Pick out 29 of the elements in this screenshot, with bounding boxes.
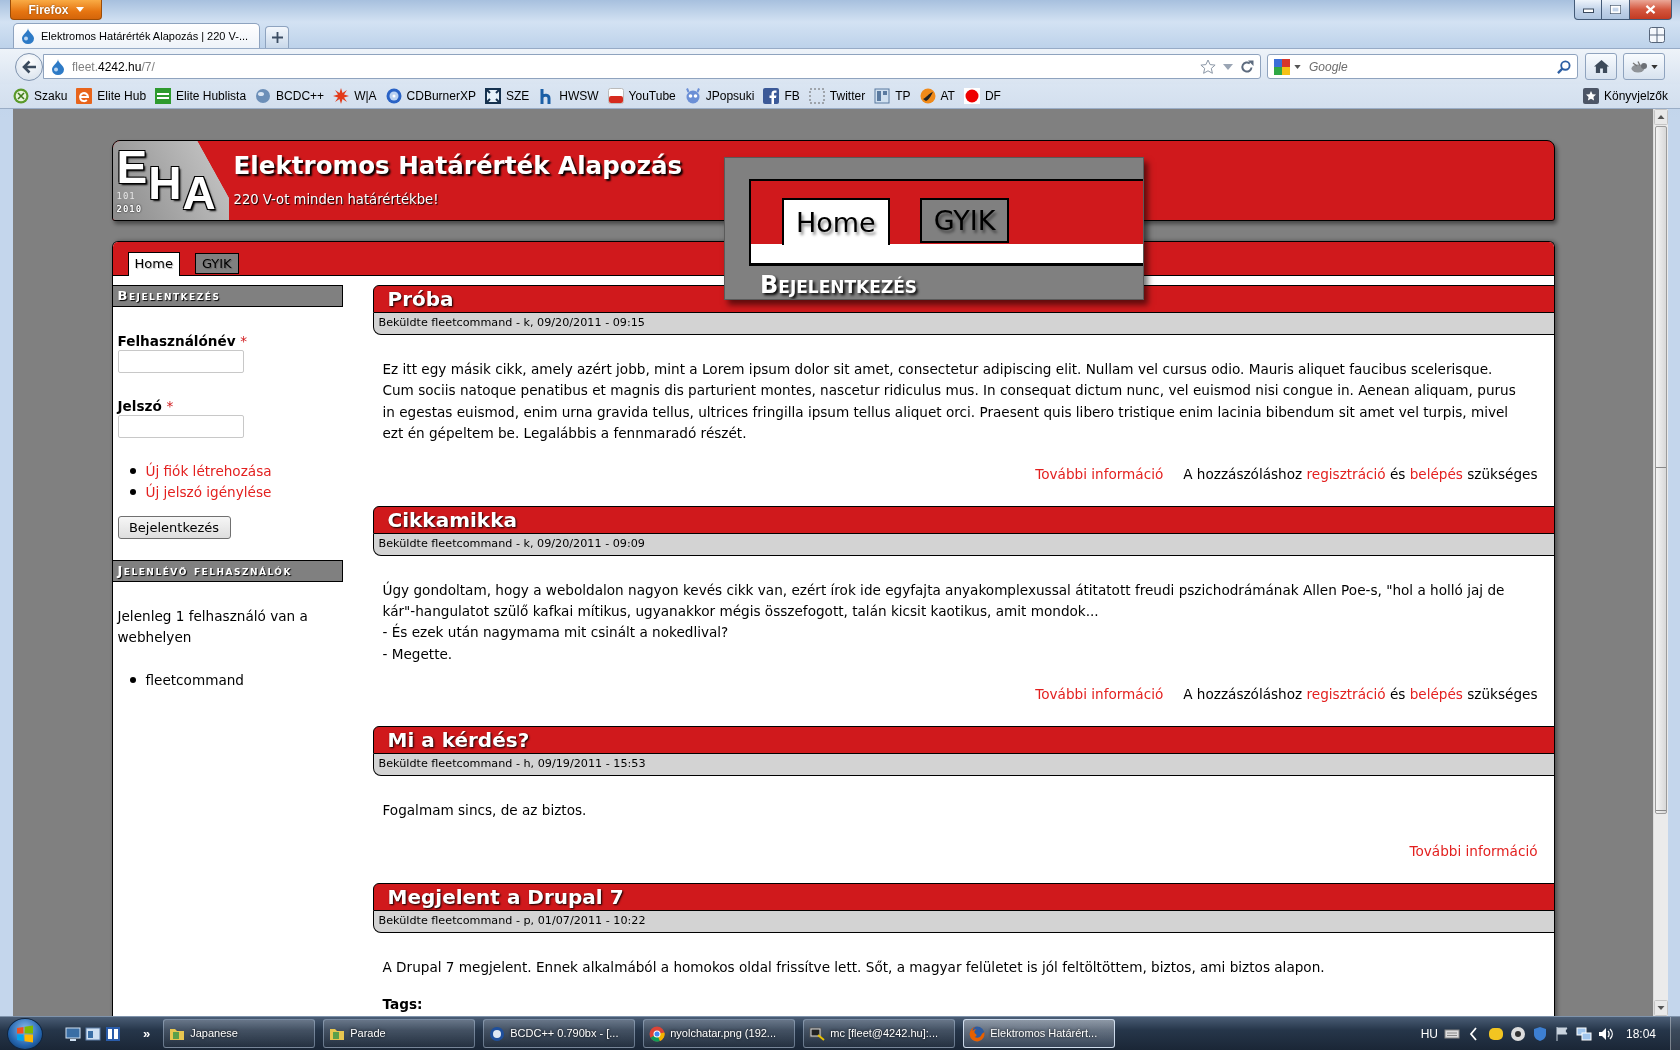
logo-letter: H	[148, 165, 182, 201]
article-meta: Beküldte fleetcommand - p, 01/07/2011 - 10:22	[372, 910, 1555, 933]
magnified-block-title: Bejelentkezés	[760, 274, 919, 297]
comment-notice: A hozzászóláshoz regisztráció és belépés szükséges	[1183, 464, 1538, 484]
block-title: Bejelentkezés	[111, 285, 343, 307]
comment-notice: A hozzászóláshoz regisztráció és belépés szükséges	[1183, 685, 1538, 705]
article-meta: Beküldte fleetcommand - k, 09/20/2011 - 09:15	[372, 313, 1555, 335]
enlarged-tab-label: Home	[782, 198, 890, 245]
tags-label: Tags:	[382, 995, 424, 1015]
user-name: fleetcommand	[145, 670, 244, 690]
article-meta: Beküldte fleetcommand - k, 09/20/2011 - 09:09	[372, 533, 1555, 556]
enlarged-tab-label: GYIK	[919, 198, 1010, 243]
field-label: Felhasználónév *	[117, 332, 249, 350]
article-text: Úgy gondoltam, hogy a weboldalon nagyon kevés cikk van, ezért írok ide egyfajta anyakomplexussal átitatott freudi pszichodrámának Allen Poe-s, "hol a holló jaj de kár"-hangulatot szülő kafkai mítikus, ugyanakkor mégis összefogott, talán kicsit kaotikus, amit mondok...	[382, 580, 1506, 622]
logo-letter: E	[116, 149, 148, 185]
article-text: - És ezek után nagymama mit csinált a nokedlival?	[382, 622, 730, 643]
url-text: fleet.4242.hu/7/	[72, 58, 155, 76]
site-slogan: 220 V-ot minden határértékbe!	[233, 191, 440, 208]
article-text: Fogalmam sincs, de az biztos.	[382, 801, 588, 821]
article-text: Ez itt egy másik cikk, amely azért jobb, mint a Lorem ipsum dolor sit amet, consectetur adipiscing elit. Nullam vel cursus odio. Mauris aliquet faucibus scelerisque. Cum sociis natoque penatibus et magnis dis parturient montes, nascetur ridiculus mus. In consequat dictum nunc, vel euismod nisi congue in. Aenean aliquam, purus in egestas euismod, enim urna gravida tellus, ultrices fringilla ipsum tellus aliquet orci. Praesent quis libero tristique enim lacinia bibendum sit amet vel turpis, mivel ezt én gépeltem be. Legalábbis a fennmaradó részét.	[382, 360, 1517, 444]
field-label: Jelszó *	[117, 397, 175, 415]
article-text: - Megette.	[382, 644, 454, 664]
logo-digits: 101	[116, 191, 137, 201]
article-meta: Beküldte fleetcommand - h, 09/19/2011 - 15:53	[372, 754, 1555, 777]
block-title: Jelenlévő felhasználók	[111, 560, 343, 582]
logo-digits: 2010	[116, 204, 144, 214]
logo-letter: A	[182, 175, 216, 211]
article-text: A Drupal 7 megjelent. Ennek alkalmából a homokos oldal frissítve lett. Sőt, a magyar felületet is jól feltöltöttem, biztos, ami biztos alapon.	[382, 957, 1326, 977]
online-status-text: Jelenleg 1 felhasználó van a webhelyen	[117, 607, 309, 647]
